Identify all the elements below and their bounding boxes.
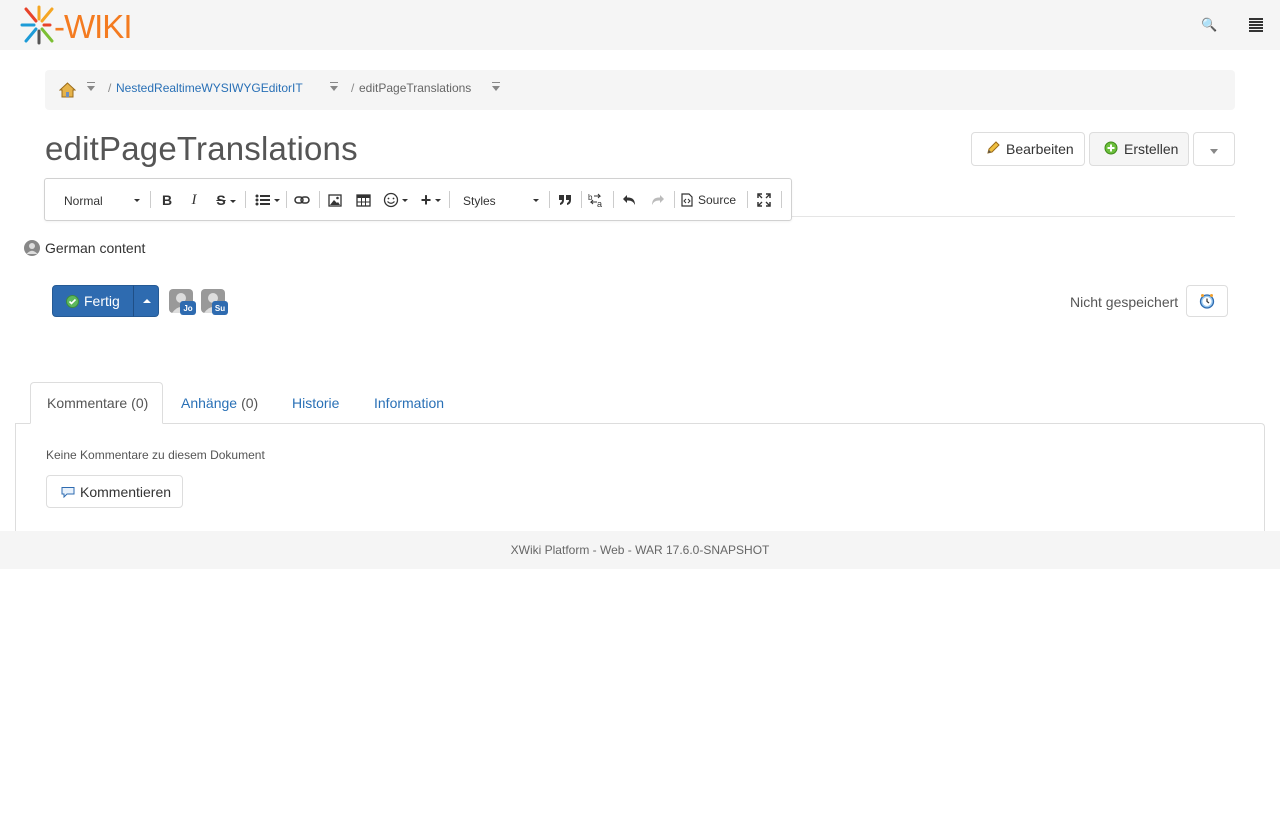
top-bar: -WIKI 🔍 [0,0,1280,50]
source-button-label: Source [698,193,737,207]
add-comment-button[interactable]: Kommentieren [46,475,183,508]
italic-button[interactable]: I [186,190,202,210]
editor-toolbar: Normal B I S + Styles ba Source [44,178,792,221]
table-icon [355,193,371,207]
chevron-down-icon [134,199,140,202]
bulleted-list-button[interactable] [253,190,281,210]
coeditor-badge: Su [212,301,228,315]
link-button[interactable] [293,190,311,210]
tab-attachments[interactable]: Anhänge (0) [165,382,274,424]
undo-icon [622,195,635,205]
user-avatar-icon [24,240,40,256]
emoji-button[interactable] [381,190,409,210]
language-button[interactable]: ba [587,190,605,210]
breadcrumb-separator: / [351,81,355,95]
editor-content[interactable]: German content [24,239,145,257]
clock-icon [1199,294,1215,309]
image-icon [328,193,342,207]
tab-comments-count: (0) [131,395,149,411]
maximize-button[interactable] [755,190,773,210]
link-icon [294,196,310,204]
fullscreen-icon [757,193,771,207]
svg-text:-WIKI: -WIKI [54,8,131,45]
smiley-icon [383,192,398,208]
svg-text:a: a [597,199,602,208]
source-button[interactable]: Source [681,190,743,210]
hamburger-menu-icon[interactable] [1249,18,1263,32]
edit-button-label: Bearbeiten [1006,141,1074,157]
document-extra-tabs: Kommentare (0) Anhänge (0) Historie Info… [15,382,1265,531]
xwiki-logo[interactable]: -WIKI [20,5,132,45]
page-title: editPageTranslations [45,130,358,167]
done-button[interactable]: Fertig [52,285,134,317]
comment-icon [61,486,75,498]
format-select-value: Normal [64,194,103,208]
language-icon: ba [588,193,602,208]
styles-select-value: Styles [463,194,496,208]
coeditor-avatar[interactable]: Su [200,289,230,317]
tab-attachments-count: (0) [241,395,259,411]
done-options-button[interactable] [133,285,159,317]
redo-icon [651,195,664,205]
edit-button[interactable]: Bearbeiten [971,132,1085,166]
breadcrumb-item-current: editPageTranslations [359,81,472,95]
redo-button[interactable] [648,190,666,210]
breadcrumb-page-dropdown-icon[interactable] [492,82,500,91]
save-status-text: Nicht gespeichert [1070,294,1179,310]
breadcrumb-separator: / [108,81,112,95]
chevron-down-icon [273,198,280,202]
strikethrough-button[interactable]: S [213,190,239,210]
tab-information-label: Information [374,395,445,411]
tab-history-label: Historie [292,395,340,411]
done-button-label: Fertig [84,293,120,309]
breadcrumb: / NestedRealtimeWYSIWYGEditorIT / editPa… [45,70,1235,110]
plus-icon: + [420,189,432,210]
insert-button[interactable]: + [417,190,445,210]
tab-attachments-label: Anhänge [181,395,238,411]
home-icon[interactable] [58,82,77,98]
create-button-label: Erstellen [1124,141,1179,157]
add-icon [1104,141,1118,158]
breadcrumb-home-dropdown-icon[interactable] [87,82,95,91]
create-button[interactable]: Erstellen [1089,132,1189,166]
tab-comments-label: Kommentare [47,395,128,411]
chevron-down-icon [229,199,236,203]
footer-version-text: XWiki Platform - Web - WAR 17.6.0-SNAPSH… [510,543,770,557]
blockquote-button[interactable] [556,190,574,210]
image-button[interactable] [327,190,343,210]
bold-button[interactable]: B [159,190,175,210]
tab-comments[interactable]: Kommentare (0) [30,382,163,424]
tab-information[interactable]: Information [358,382,460,424]
more-actions-button[interactable] [1193,132,1235,166]
search-icon[interactable]: 🔍 [1201,17,1217,33]
chevron-down-icon [435,198,442,202]
breadcrumb-item-space[interactable]: NestedRealtimeWYSIWYGEditorIT [116,81,303,95]
autosave-button[interactable] [1186,285,1228,317]
no-comments-text: Keine Kommentare zu diesem Dokument [46,448,265,462]
styles-select[interactable]: Styles [455,188,545,212]
title-divider [790,216,1235,217]
chevron-down-icon [533,199,539,202]
quote-icon [558,195,571,205]
footer: XWiki Platform - Web - WAR 17.6.0-SNAPSH… [0,531,1280,569]
coeditor-badge: Jo [180,301,196,315]
chevron-down-icon [401,198,408,202]
tab-history[interactable]: Historie [276,382,355,424]
coeditor-avatar[interactable]: Jo [168,289,198,317]
source-icon [681,193,693,207]
comments-panel: Keine Kommentare zu diesem Dokument Komm… [15,423,1265,531]
pencil-icon [986,140,1000,158]
add-comment-button-label: Kommentieren [80,483,172,500]
table-button[interactable] [355,190,371,210]
content-text: German content [45,240,146,256]
list-icon [255,194,270,206]
check-icon [66,294,79,308]
format-select[interactable]: Normal [55,188,145,212]
breadcrumb-space-dropdown-icon[interactable] [330,82,338,91]
chevron-down-icon [1210,148,1218,154]
undo-button[interactable] [620,190,638,210]
